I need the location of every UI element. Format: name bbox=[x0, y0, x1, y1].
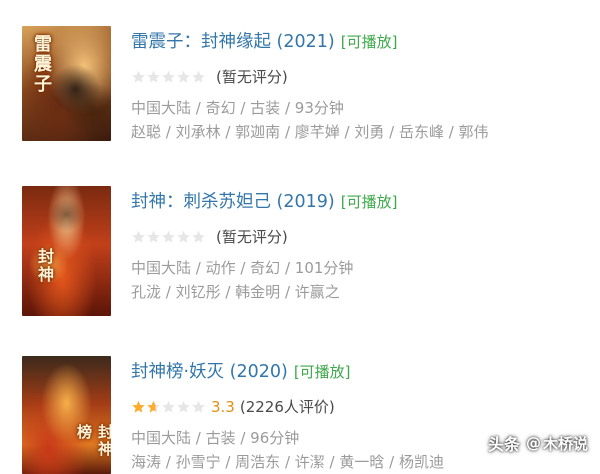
movie-item: 封神 封神：刺杀苏妲己 (2019) [可播放] (暂无评分) 中国大陆 / 动作… bbox=[0, 184, 600, 334]
playable-link[interactable]: [可播放] bbox=[341, 193, 398, 211]
movie-poster[interactable]: 封神榜 bbox=[22, 356, 111, 474]
genre-line: 中国大陆 / 奇幻 / 古装 / 93分钟 bbox=[131, 99, 344, 117]
watermark: 头条 @ 木桥说 bbox=[488, 431, 588, 455]
star-icon bbox=[147, 70, 160, 83]
star-icon bbox=[147, 400, 160, 413]
star-icon bbox=[132, 400, 145, 413]
rating-line: (暂无评分) bbox=[131, 66, 288, 88]
title-line: 雷震子：封神缘起 (2021) [可播放] bbox=[131, 30, 397, 54]
rating-line: 3.3 (2226人评价) bbox=[131, 396, 335, 418]
star-icon bbox=[192, 230, 205, 243]
movie-title-link[interactable]: 封神榜·妖灭 (2020) bbox=[131, 362, 288, 382]
star-icon bbox=[162, 70, 175, 83]
rating-stars bbox=[131, 400, 206, 414]
cast-line: 孔泷 / 刘钇彤 / 韩金明 / 许赢之 bbox=[131, 283, 340, 301]
cast-line: 赵聪 / 刘承林 / 郭迦南 / 廖芊婵 / 刘勇 / 岳东峰 / 郭伟 bbox=[131, 123, 489, 141]
title-line: 封神榜·妖灭 (2020) [可播放] bbox=[131, 360, 351, 384]
movie-item: 雷震子 雷震子：封神缘起 (2021) [可播放] (暂无评分) 中国大陆 / 奇… bbox=[0, 24, 600, 174]
title-line: 封神：刺杀苏妲己 (2019) [可播放] bbox=[131, 190, 397, 214]
rating-score: 3.3 bbox=[211, 398, 235, 416]
movie-title-link[interactable]: 雷震子：封神缘起 (2021) bbox=[131, 32, 335, 52]
poster-title-text: 封神 bbox=[35, 248, 54, 284]
poster-title-text: 雷震子 bbox=[31, 34, 52, 94]
star-icon bbox=[162, 400, 175, 413]
star-icon bbox=[192, 400, 205, 413]
movie-poster[interactable]: 雷震子 bbox=[22, 26, 111, 141]
rating-stars bbox=[131, 70, 206, 84]
star-icon bbox=[147, 230, 160, 243]
playable-link[interactable]: [可播放] bbox=[341, 33, 398, 51]
star-icon bbox=[132, 230, 145, 243]
movie-title-link[interactable]: 封神：刺杀苏妲己 (2019) bbox=[131, 192, 335, 212]
star-icon bbox=[177, 230, 190, 243]
watermark-logo: 头条 bbox=[487, 435, 520, 454]
star-icon bbox=[132, 70, 145, 83]
watermark-name: 木桥说 bbox=[542, 434, 588, 453]
star-icon bbox=[177, 70, 190, 83]
poster-title-text: 封神榜 bbox=[75, 424, 111, 458]
genre-line: 中国大陆 / 古装 / 96分钟 bbox=[131, 429, 300, 447]
cast-line: 海涛 / 孙雪宁 / 周浩东 / 许潔 / 黄一晗 / 杨凯迪 bbox=[131, 453, 444, 471]
rating-count: (暂无评分) bbox=[216, 68, 288, 86]
watermark-at: @ bbox=[525, 434, 541, 452]
movie-poster[interactable]: 封神 bbox=[22, 186, 111, 316]
rating-stars bbox=[131, 230, 206, 244]
star-icon bbox=[177, 400, 190, 413]
playable-link[interactable]: [可播放] bbox=[294, 363, 351, 381]
rating-count: (2226人评价) bbox=[239, 398, 335, 416]
genre-line: 中国大陆 / 动作 / 奇幻 / 101分钟 bbox=[131, 259, 354, 277]
rating-line: (暂无评分) bbox=[131, 226, 288, 248]
rating-count: (暂无评分) bbox=[216, 228, 288, 246]
star-icon bbox=[192, 70, 205, 83]
star-icon bbox=[162, 230, 175, 243]
